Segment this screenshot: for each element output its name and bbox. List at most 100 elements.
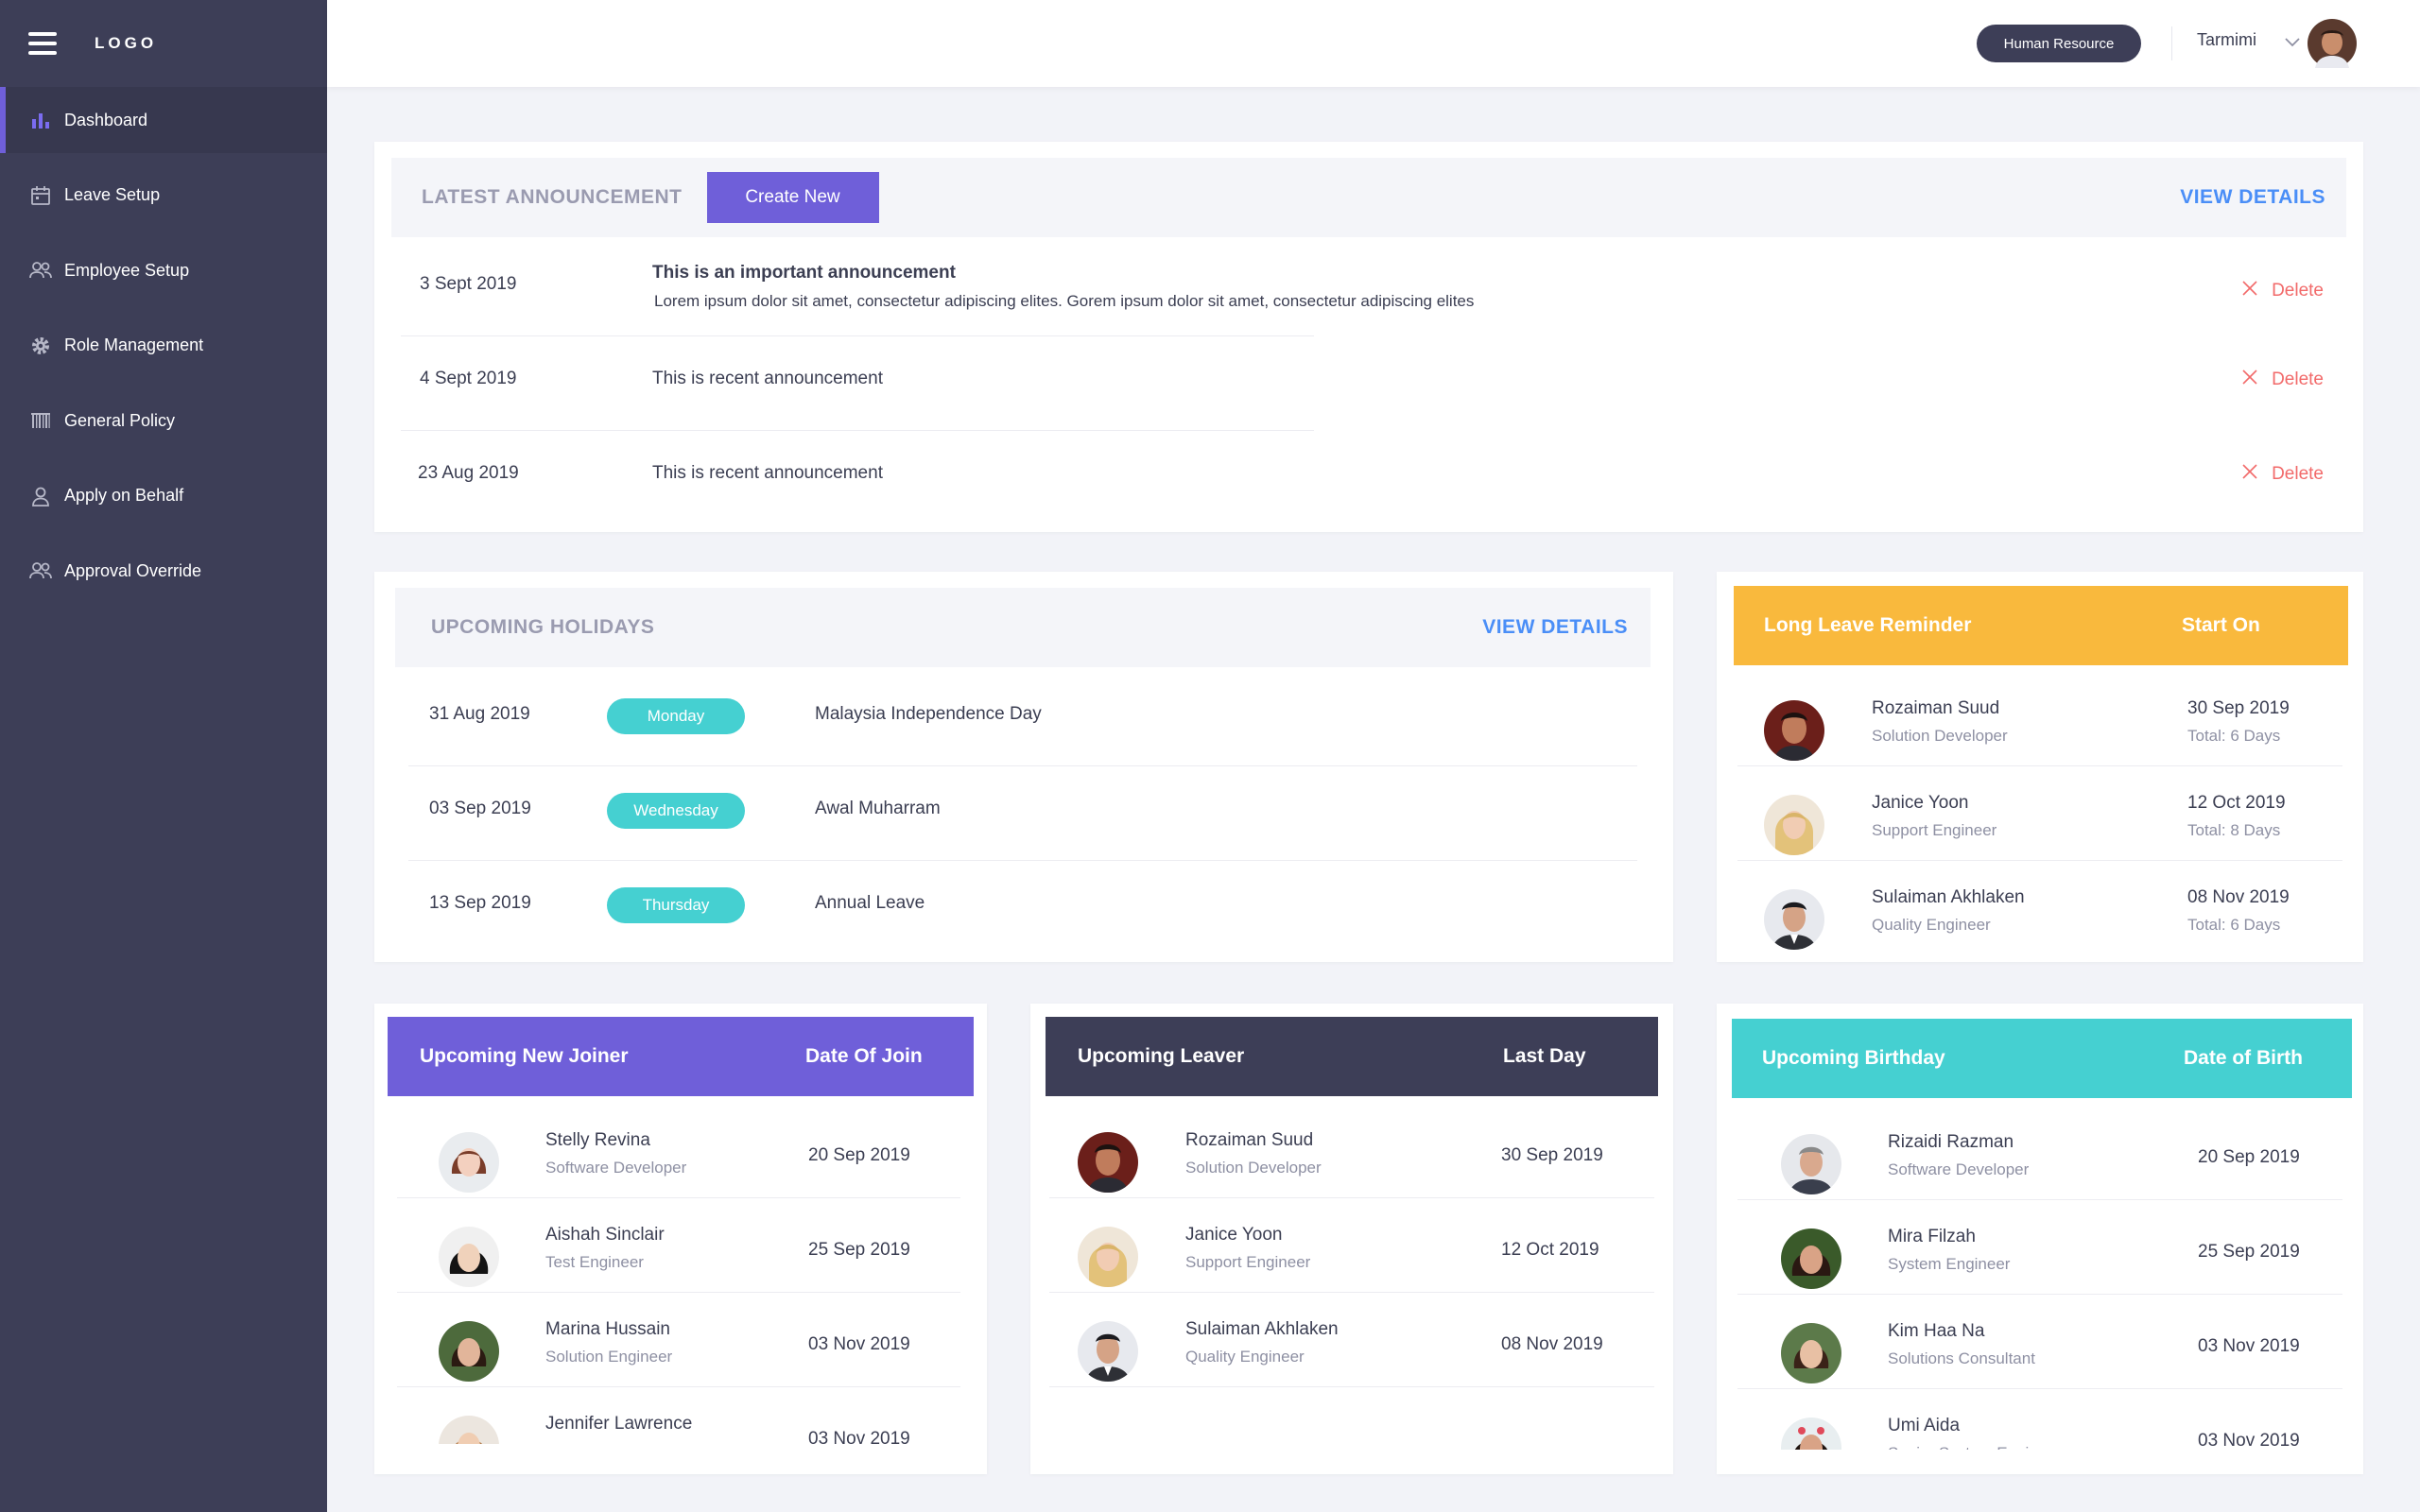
- avatar: [439, 1132, 499, 1193]
- divider: [397, 1197, 960, 1198]
- close-icon: [2241, 280, 2258, 302]
- last-day-date: 30 Sep 2019: [1501, 1145, 1603, 1165]
- leave-total: Total: 6 Days: [2187, 727, 2281, 745]
- announcement-title[interactable]: This is an important announcement: [652, 263, 956, 284]
- role-badge[interactable]: Human Resource: [1977, 25, 2141, 62]
- chevron-down-icon[interactable]: [2284, 34, 2301, 51]
- sidebar-item-approval-override[interactable]: Approval Override: [0, 538, 327, 604]
- announcement-title[interactable]: This is recent announcement: [652, 463, 883, 484]
- hamburger-menu-icon[interactable]: [28, 32, 57, 55]
- column-header: Date Of Join: [805, 1045, 923, 1067]
- holidays-card: UPCOMING HOLIDAYS VIEW DETAILS 31 Aug 20…: [374, 572, 1673, 962]
- birth-date: 03 Nov 2019: [2198, 1431, 2300, 1450]
- employee-role: System Engineer: [1888, 1255, 2011, 1273]
- employee-role: Solution Engineer: [545, 1348, 673, 1366]
- sidebar-item-leave-setup[interactable]: Leave Setup: [0, 163, 327, 229]
- create-new-button[interactable]: Create New: [706, 172, 879, 223]
- divider: [1737, 1388, 2342, 1389]
- sidebar: LOGO Dashboard Leave Setup Employee Setu…: [0, 0, 327, 1512]
- divider: [397, 1292, 960, 1293]
- list-item[interactable]: Kim Haa Na Solutions Consultant 03 Nov 2…: [1717, 1306, 2363, 1400]
- new-joiner-list: Stelly Revina Software Developer 20 Sep …: [374, 1115, 987, 1444]
- avatar: [1764, 700, 1824, 761]
- holidays-header: UPCOMING HOLIDAYS VIEW DETAILS: [395, 588, 1651, 667]
- delete-button[interactable]: Delete: [2241, 280, 2324, 302]
- sidebar-item-label: Apply on Behalf: [64, 486, 184, 505]
- list-item[interactable]: Janice Yoon Support Engineer 12 Oct 2019: [1030, 1210, 1673, 1304]
- avatar: [1078, 1132, 1138, 1193]
- sidebar-item-role-management[interactable]: Role Management: [0, 313, 327, 379]
- close-icon: [2241, 369, 2258, 391]
- avatar: [1781, 1134, 1841, 1194]
- users-icon: [28, 558, 53, 583]
- list-item[interactable]: Umi Aida Senior System Engineer 03 Nov 2…: [1717, 1400, 2363, 1450]
- announcement-title[interactable]: This is recent announcement: [652, 369, 883, 389]
- announcement-card: LATEST ANNOUNCEMENT Create New VIEW DETA…: [374, 142, 2363, 532]
- divider: [408, 860, 1637, 861]
- sidebar-item-employee-setup[interactable]: Employee Setup: [0, 237, 327, 303]
- announcement-date: 3 Sept 2019: [420, 274, 517, 294]
- avatar[interactable]: [2308, 19, 2357, 68]
- divider: [1049, 1197, 1654, 1198]
- employee-role: Solutions Consultant: [1888, 1349, 2035, 1367]
- sidebar-item-dashboard[interactable]: Dashboard: [0, 87, 327, 153]
- birth-date: 20 Sep 2019: [2198, 1147, 2300, 1167]
- birthday-card: Upcoming Birthday Date of Birth Rizaidi …: [1717, 1004, 2363, 1474]
- employee-role: Solution Developer: [1872, 727, 2008, 745]
- sidebar-item-label: Approval Override: [64, 560, 202, 580]
- employee-role: Software Developer: [545, 1159, 687, 1177]
- sidebar-item-apply-on-behalf[interactable]: Apply on Behalf: [0, 463, 327, 529]
- user-icon: [28, 484, 53, 508]
- sidebar-item-general-policy[interactable]: General Policy: [0, 387, 327, 454]
- list-item: 13 Sep 2019 Thursday Annual Leave: [374, 874, 1673, 969]
- new-joiner-header: Upcoming New Joiner Date Of Join: [388, 1017, 974, 1096]
- birth-date: 25 Sep 2019: [2198, 1242, 2300, 1262]
- day-badge: Monday: [607, 698, 745, 734]
- delete-label: Delete: [2272, 281, 2324, 301]
- last-day-date: 08 Nov 2019: [1501, 1334, 1603, 1354]
- employee-role: Quality Engineer: [1872, 916, 1991, 934]
- section-title: Long Leave Reminder: [1764, 614, 1972, 636]
- leave-total: Total: 6 Days: [2187, 916, 2281, 934]
- day-badge: Thursday: [607, 887, 745, 923]
- view-details-link[interactable]: VIEW DETAILS: [2180, 186, 2325, 209]
- holiday-date: 13 Sep 2019: [429, 893, 531, 913]
- users-icon: [28, 258, 53, 283]
- list-item[interactable]: Janice Yoon Support Engineer 12 Oct 2019…: [1717, 778, 2363, 872]
- list-item[interactable]: Rozaiman Suud Solution Developer 30 Sep …: [1030, 1115, 1673, 1210]
- divider: [1737, 1199, 2342, 1200]
- delete-label: Delete: [2272, 369, 2324, 389]
- delete-button[interactable]: Delete: [2241, 369, 2324, 391]
- list-item[interactable]: Rozaiman Suud Solution Developer 30 Sep …: [1717, 683, 2363, 778]
- user-name[interactable]: Tarmimi: [2197, 30, 2256, 50]
- list-item[interactable]: Rizaidi Razman Software Developer 20 Sep…: [1717, 1117, 2363, 1211]
- gear-icon: [28, 334, 53, 358]
- list-item[interactable]: Marina Hussain Solution Engineer 03 Nov …: [374, 1304, 987, 1399]
- leave-total: Total: 8 Days: [2187, 821, 2281, 839]
- list-item[interactable]: Mira Filzah System Engineer 25 Sep 2019: [1717, 1211, 2363, 1306]
- column-header: Last Day: [1503, 1045, 1586, 1067]
- list-item[interactable]: Sulaiman Akhlaken Quality Engineer 08 No…: [1717, 872, 2363, 967]
- announcement-description: Lorem ipsum dolor sit amet, consectetur …: [654, 292, 1475, 310]
- top-bar: Human Resource Tarmimi: [327, 0, 2420, 87]
- list-item[interactable]: Jennifer Lawrence Solution Engineer 03 N…: [374, 1399, 987, 1444]
- employee-name: Sulaiman Akhlaken: [1185, 1319, 1339, 1339]
- employee-role: Quality Engineer: [1185, 1348, 1305, 1366]
- day-badge: Wednesday: [607, 793, 745, 829]
- start-date: 12 Oct 2019: [2187, 793, 2286, 813]
- list-item[interactable]: Aishah Sinclair Test Engineer 25 Sep 201…: [374, 1210, 987, 1304]
- view-details-link[interactable]: VIEW DETAILS: [1482, 616, 1628, 639]
- delete-button[interactable]: Delete: [2241, 463, 2324, 486]
- long-leave-header: Long Leave Reminder Start On: [1734, 586, 2348, 665]
- employee-role: Software Developer: [1888, 1160, 2030, 1178]
- employee-name: Marina Hussain: [545, 1319, 670, 1339]
- employee-role: Solution Engineer: [545, 1442, 672, 1444]
- list-item[interactable]: Stelly Revina Software Developer 20 Sep …: [374, 1115, 987, 1210]
- employee-name: Rizaidi Razman: [1888, 1132, 2014, 1152]
- avatar: [1781, 1418, 1841, 1450]
- avatar: [1781, 1323, 1841, 1383]
- avatar: [1764, 889, 1824, 950]
- list-item[interactable]: Sulaiman Akhlaken Quality Engineer 08 No…: [1030, 1304, 1673, 1399]
- start-date: 08 Nov 2019: [2187, 887, 2290, 907]
- employee-name: Janice Yoon: [1872, 793, 1969, 813]
